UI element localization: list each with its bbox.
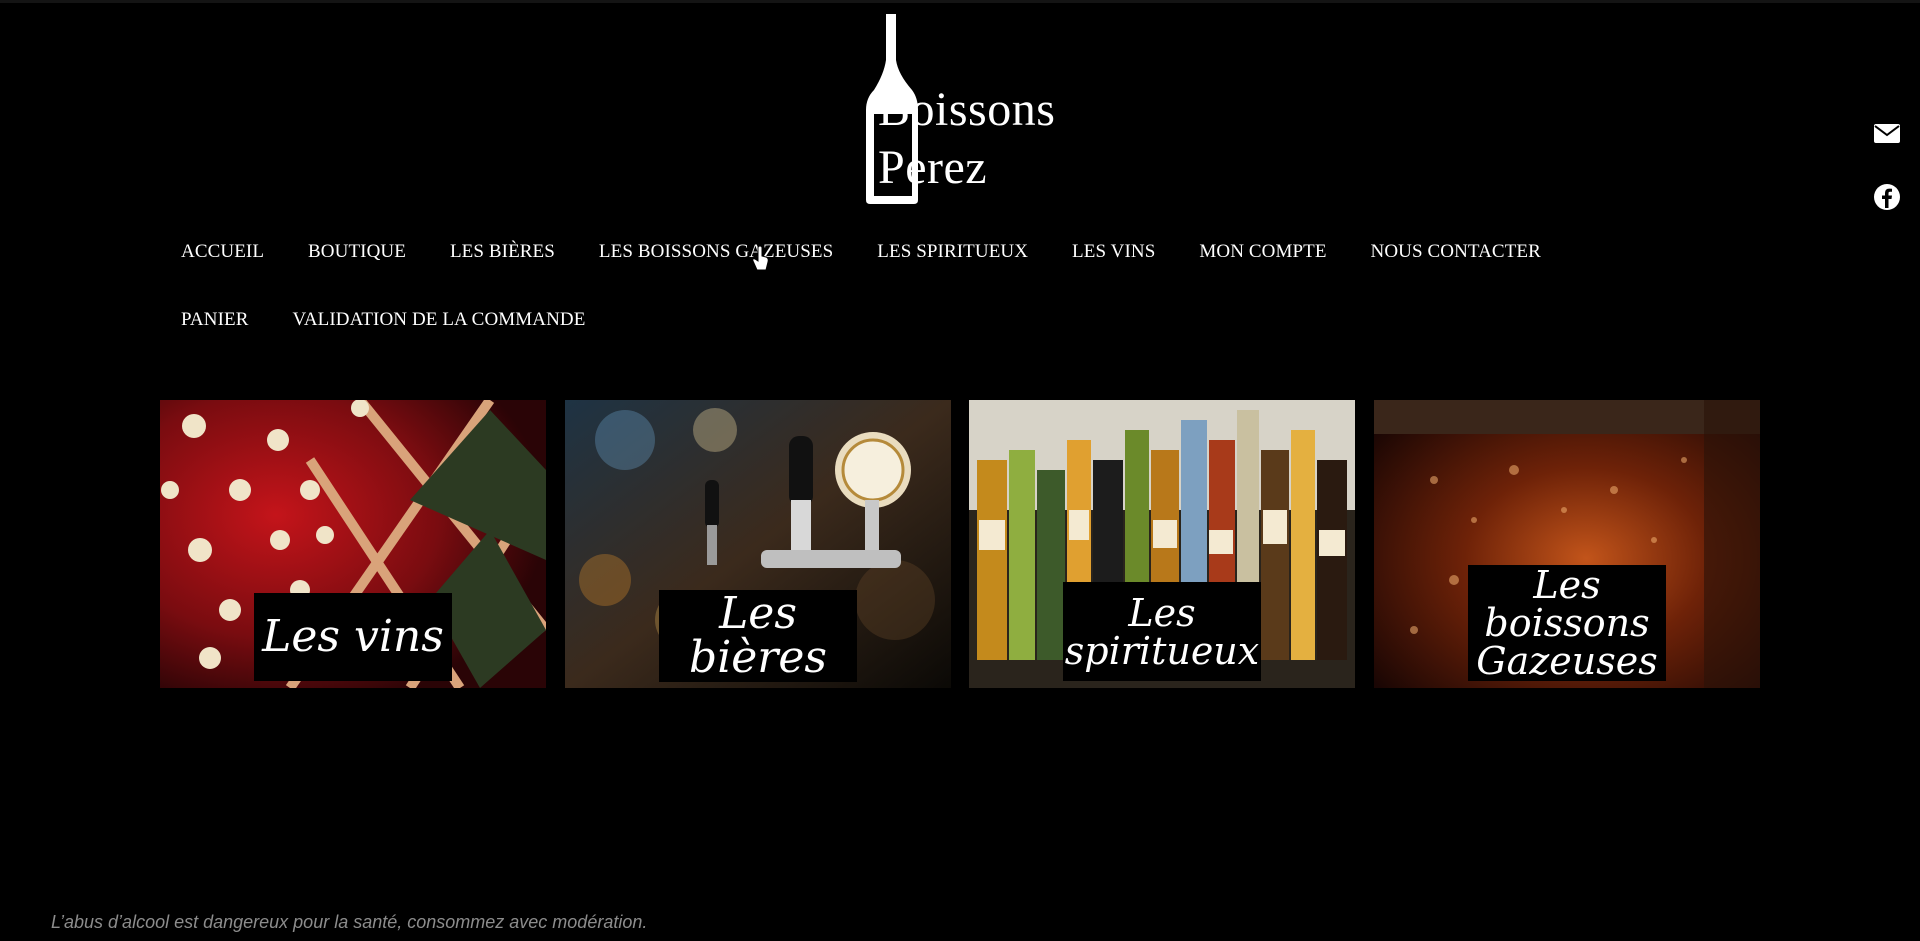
category-card-spiritueux[interactable]: Les spiritueux	[969, 400, 1355, 688]
menu-item-nous-contacter[interactable]: NOUS CONTACTER	[1349, 241, 1563, 263]
hand-cursor-icon	[752, 246, 769, 271]
site-logo[interactable]: Boissons Perez	[866, 14, 1066, 204]
menu-item-mon-compte[interactable]: MON COMPTE	[1177, 241, 1348, 263]
menu-item-validation-commande[interactable]: VALIDATION DE LA COMMANDE	[270, 309, 607, 331]
brand-line-1: Boissons	[878, 83, 1056, 136]
menu-item-spiritueux[interactable]: LES SPIRITUEUX	[855, 241, 1050, 263]
category-label: Les bières	[659, 590, 857, 682]
category-label: Les vins	[254, 593, 452, 681]
mail-icon[interactable]	[1872, 118, 1902, 148]
menu-row-2: PANIER VALIDATION DE LA COMMANDE	[159, 309, 607, 331]
health-warning: L’abus d’alcool est dangereux pour la sa…	[51, 912, 648, 932]
facebook-icon[interactable]	[1872, 182, 1902, 212]
menu-row-1: ACCUEIL BOUTIQUE LES BIÈRES LES BOISSONS…	[159, 241, 1563, 263]
category-card-boissons-gazeuses[interactable]: Les boissons Gazeuses	[1374, 400, 1760, 688]
category-grid: Les vins Les bières Les spiritueux Les b…	[160, 400, 1760, 688]
top-border	[0, 0, 1920, 3]
menu-item-bieres[interactable]: LES BIÈRES	[428, 241, 577, 263]
menu-item-vins[interactable]: LES VINS	[1050, 241, 1177, 263]
brand-line-2: Perez	[878, 141, 988, 194]
category-card-vins[interactable]: Les vins	[160, 400, 546, 688]
menu-item-accueil[interactable]: ACCUEIL	[159, 241, 286, 263]
category-card-bieres[interactable]: Les bières	[565, 400, 951, 688]
menu-item-panier[interactable]: PANIER	[159, 309, 270, 331]
category-label: Les boissons Gazeuses	[1468, 565, 1666, 681]
category-label: Les spiritueux	[1063, 582, 1261, 681]
menu-item-boissons-gazeuses[interactable]: LES BOISSONS GAZEUSES	[577, 241, 855, 263]
menu-item-boutique[interactable]: BOUTIQUE	[286, 241, 428, 263]
